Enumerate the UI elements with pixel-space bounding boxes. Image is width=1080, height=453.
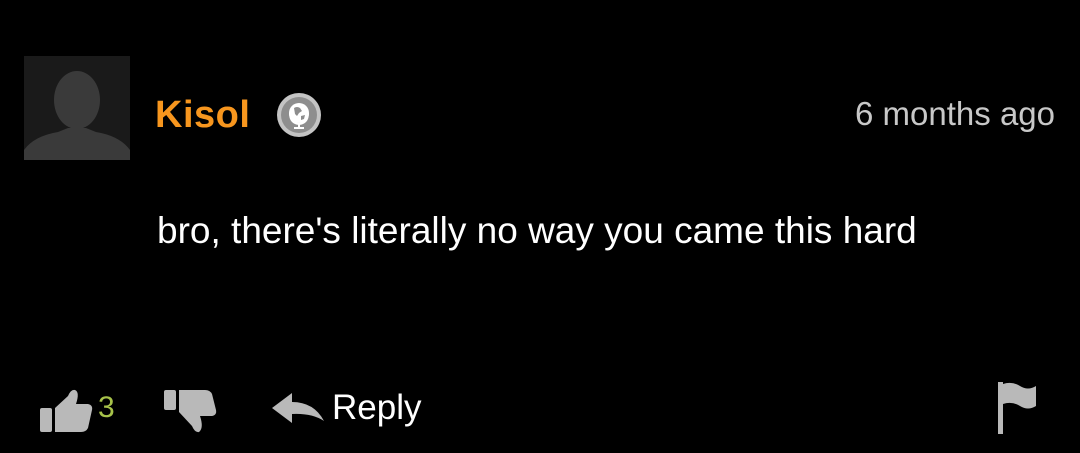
comment-actions: 3 Reply [0, 376, 1080, 436]
comment-timestamp: 6 months ago [855, 95, 1055, 132]
user-avatar[interactable] [24, 56, 130, 160]
default-avatar-silhouette-icon [24, 56, 130, 160]
like-count: 3 [98, 391, 115, 424]
reply-button[interactable]: Reply [270, 384, 421, 432]
reply-label: Reply [332, 388, 422, 427]
reply-arrow-icon [272, 393, 324, 423]
flag-icon[interactable] [996, 380, 1038, 436]
globe-icon [276, 92, 322, 138]
thumbs-up-icon[interactable] [38, 386, 94, 434]
comment-card: Kisol 6 months ago bro, there's literall… [0, 0, 1080, 453]
thumbs-down-icon[interactable] [162, 388, 218, 436]
comment-text: bro, there's literally no way you came t… [157, 210, 917, 251]
username-link[interactable]: Kisol [155, 93, 250, 137]
